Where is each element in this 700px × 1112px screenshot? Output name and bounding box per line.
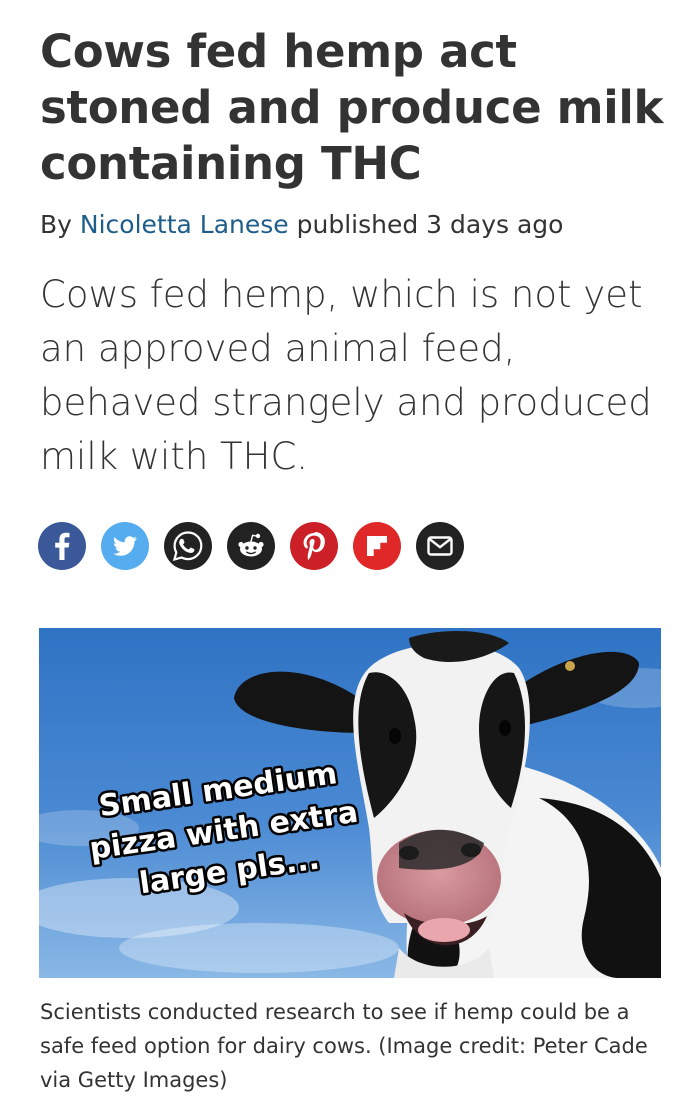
share-buttons: [38, 522, 464, 570]
whatsapp-share-button[interactable]: [164, 522, 212, 570]
twitter-icon: [113, 536, 137, 556]
email-icon: [427, 536, 453, 556]
author-link[interactable]: Nicoletta Lanese: [80, 210, 289, 239]
flipboard-icon: [367, 536, 387, 556]
pinterest-share-button[interactable]: [290, 522, 338, 570]
flipboard-share-button[interactable]: [353, 522, 401, 570]
facebook-share-button[interactable]: [38, 522, 86, 570]
byline-prefix: By: [40, 210, 72, 239]
email-share-button[interactable]: [416, 522, 464, 570]
facebook-icon: [55, 532, 70, 560]
byline: By Nicoletta Lanese published 3 days ago: [40, 208, 563, 242]
article-hero-image: Small medium pizza with extra large pls.…: [39, 628, 661, 978]
published-date: published 3 days ago: [296, 210, 564, 239]
article-strapline: Cows fed hemp, which is not yet an appro…: [40, 273, 652, 478]
whatsapp-icon: [172, 531, 203, 561]
twitter-share-button[interactable]: [101, 522, 149, 570]
pinterest-icon: [303, 532, 325, 560]
reddit-share-button[interactable]: [227, 522, 275, 570]
cow-photo: Small medium pizza with extra large pls.…: [39, 628, 661, 978]
article-title: Cows fed hemp act stoned and produce mil…: [40, 25, 664, 190]
image-caption: Scientists conducted research to see if …: [40, 1000, 648, 1092]
reddit-icon: [238, 533, 264, 557]
